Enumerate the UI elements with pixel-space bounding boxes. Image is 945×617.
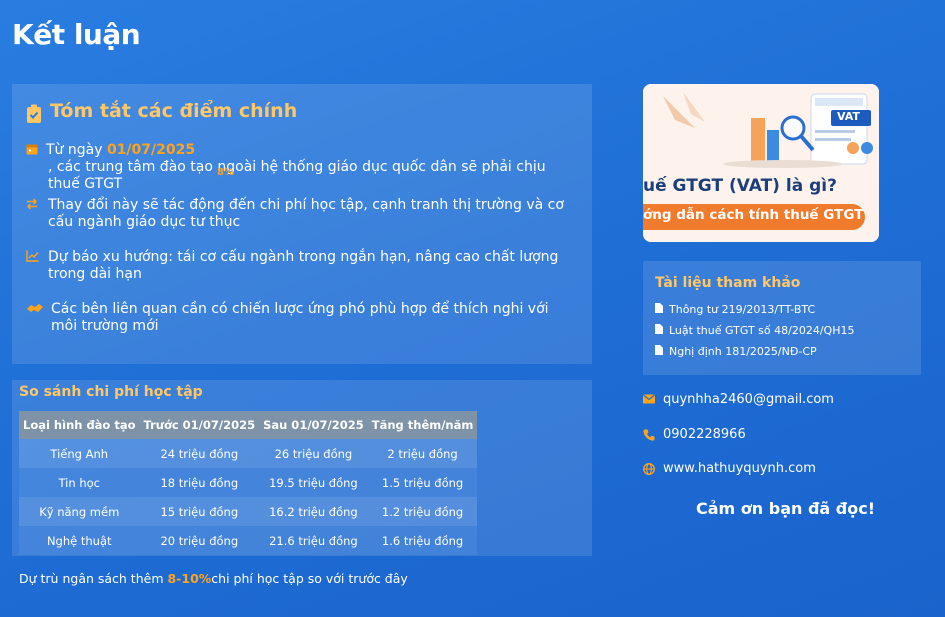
page-title: Kết luận [12,18,141,51]
table-cell: 16.2 triệu đồng [259,497,368,526]
table-cell: 1.5 triệu đồng [367,468,478,497]
thanks-message: Cảm ơn bạn đã đọc! [696,499,875,518]
table-cell: Tin học [19,468,140,497]
globe-icon [643,463,655,475]
summary-point-forecast: Dự báo xu hướng: tái cơ cấu ngành trong … [26,249,576,283]
banner-subtitle: ớng dẫn cách tính thuế GTGT [643,207,864,223]
table-cell: 2 triệu đồng [367,439,478,468]
table-cell: 1.6 triệu đồng [367,526,478,555]
budget-value: 8-10% [167,571,212,586]
table-row: Kỹ năng mềm 15 triệu đồng 16.2 triệu đồn… [19,497,478,526]
reference-label: Luật thuế GTGT số 48/2024/QH15 [669,324,855,337]
table-row: Nghệ thuật 20 triệu đồng 21.6 triệu đồng… [19,526,478,555]
budget-prefix: Dự trù ngân sách thêm [19,571,168,586]
table-cell: 24 triệu đồng [139,439,260,468]
clipboard-check-icon [27,104,41,123]
table-header-cell: Trước 01/07/2025 [139,411,260,439]
point4-text: Các bên liên quan cần có chiến lược ứng … [51,301,549,334]
summary-point-strategy: Các bên liên quan cần có chiến lược ứng … [26,301,566,335]
phone-text[interactable]: 0902228966 [663,427,746,442]
vat-banner-image: VAT uế GTGT (VAT) là gì? ớng dẫn cách tí… [643,84,879,242]
table-header-cell: Tăng thêm/năm [367,411,478,439]
reference-label: Nghị định 181/2025/NĐ-CP [669,345,817,358]
summary-heading: Tóm tắt các điểm chính [50,100,298,122]
point1-text: , các trung tâm đào tạo ngoài hệ thống g… [48,159,546,192]
reference-item[interactable]: Thông tư 219/2013/TT-BTC [655,303,815,316]
summary-point-date: Từ ngày 01/07/2025 , các trung tâm đào t… [26,142,566,193]
table-cell: 19.5 triệu đồng [259,468,368,497]
trend-chart-icon [26,250,39,262]
table-cell: 20 triệu đồng [139,526,260,555]
table-cell: 21.6 triệu đồng [259,526,368,555]
point1-date: 01/07/2025 [106,142,196,158]
contact-website[interactable]: www.hathuyquynh.com [643,461,816,476]
table-row: Tiếng Anh 24 triệu đồng 26 triệu đồng 2 … [19,439,478,468]
phone-icon [643,429,655,441]
reference-item[interactable]: Nghị định 181/2025/NĐ-CP [655,345,817,358]
table-cell: 15 triệu đồng [139,497,260,526]
cost-comparison-table: Loại hình đào tạo Trước 01/07/2025 Sau 0… [19,411,478,555]
banner-vat-tag: VAT [837,110,860,123]
file-icon [655,303,663,313]
calendar-icon [26,144,38,155]
table-cell: 18 triệu đồng [139,468,260,497]
envelope-icon [643,394,655,404]
references-panel: Tài liệu tham khảo Thông tư 219/2013/TT-… [643,261,921,375]
point3-text: Dự báo xu hướng: tái cơ cấu ngành trong … [48,249,559,282]
banner-title: uế GTGT (VAT) là gì? [643,176,837,196]
table-cell: Nghệ thuật [19,526,140,555]
contact-phone[interactable]: 0902228966 [643,427,746,442]
handshake-icon [27,304,43,312]
reference-label: Thông tư 219/2013/TT-BTC [669,303,816,316]
vat-rate-badge: 8% [217,167,234,178]
table-header-cell: Loại hình đào tạo [19,411,140,439]
budget-note: Dự trù ngân sách thêm 8-10%chi phí học t… [19,571,408,586]
table-cell: Tiếng Anh [19,439,140,468]
file-icon [655,345,663,355]
exchange-arrows-icon [26,198,38,210]
table-cell: 26 triệu đồng [259,439,368,468]
summary-point-impact: Thay đổi này sẽ tác động đến chi phí học… [26,197,566,231]
point1-prefix: Từ ngày [46,142,107,158]
table-header-cell: Sau 01/07/2025 [259,411,368,439]
website-text[interactable]: www.hathuyquynh.com [663,461,816,476]
cost-comparison-panel: So sánh chi phí học tập Loại hình đào tạ… [12,380,592,556]
file-icon [655,324,663,334]
email-text[interactable]: quynhha2460@gmail.com [663,392,834,407]
contact-email[interactable]: quynhha2460@gmail.com [643,392,834,407]
table-cell: Kỹ năng mềm [19,497,140,526]
comparison-heading: So sánh chi phí học tập [19,384,203,400]
table-cell: 1.2 triệu đồng [367,497,478,526]
table-row: Tin học 18 triệu đồng 19.5 triệu đồng 1.… [19,468,478,497]
point2-text: Thay đổi này sẽ tác động đến chi phí học… [48,197,564,230]
table-header-row: Loại hình đào tạo Trước 01/07/2025 Sau 0… [19,411,478,439]
reference-item[interactable]: Luật thuế GTGT số 48/2024/QH15 [655,324,854,337]
references-heading: Tài liệu tham khảo [655,275,801,291]
budget-suffix: chi phí học tập so với trước đây [211,571,408,586]
summary-panel: Tóm tắt các điểm chính Từ ngày 01/07/202… [12,84,592,364]
